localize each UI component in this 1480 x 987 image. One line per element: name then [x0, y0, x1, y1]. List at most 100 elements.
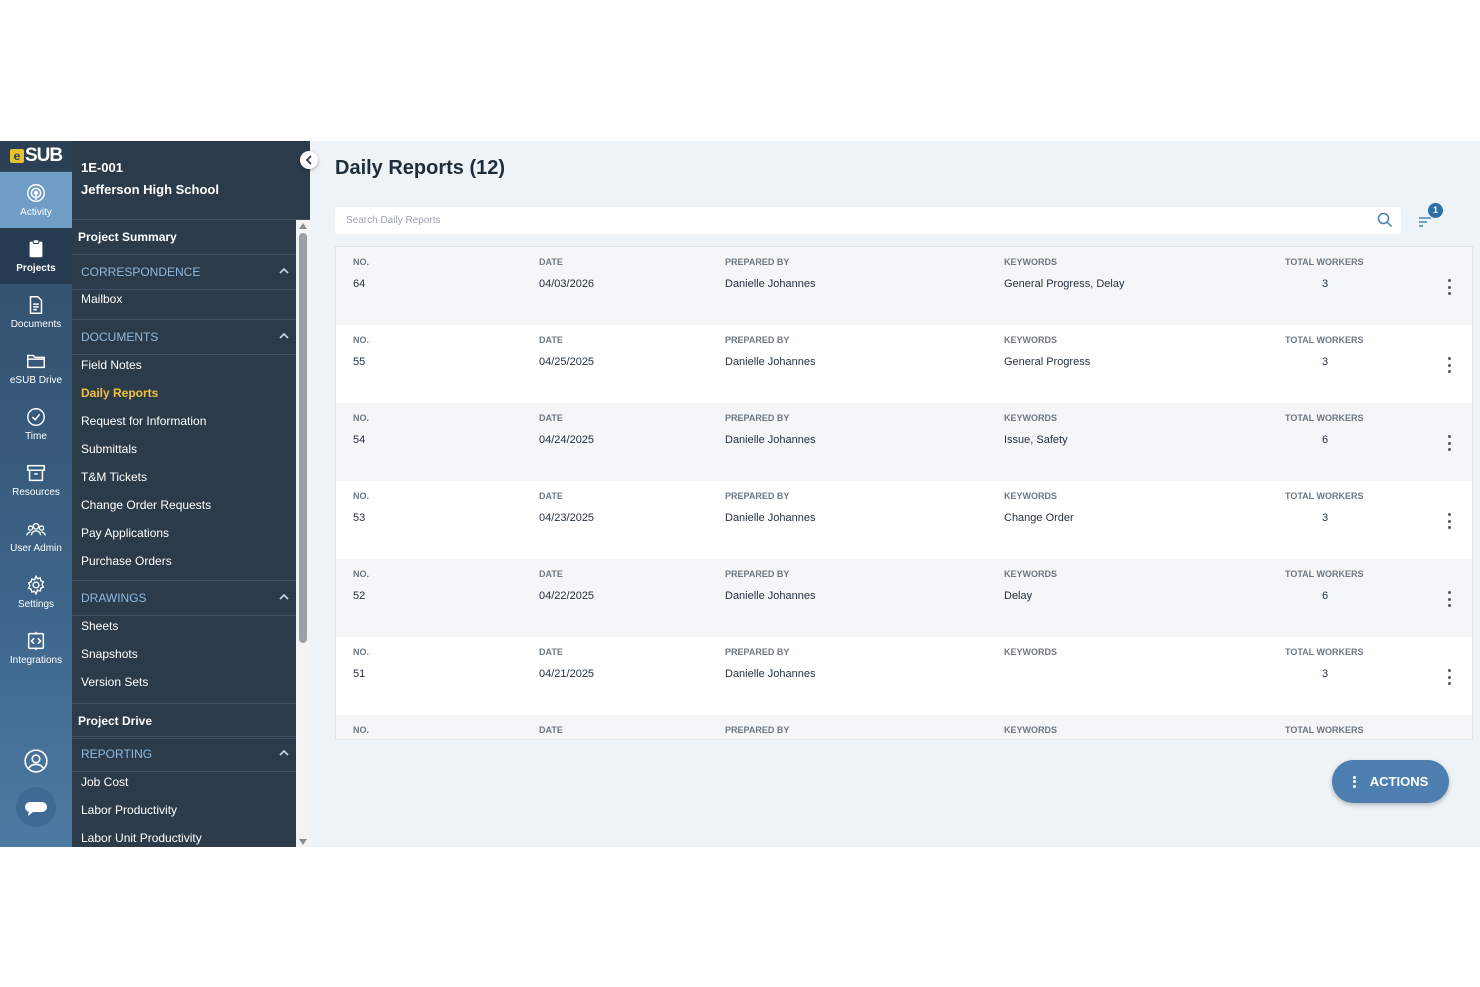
column-label-prepared-by: PREPARED BY: [725, 725, 790, 735]
section-drawings[interactable]: DRAWINGS: [72, 580, 296, 616]
rail-item-activity[interactable]: Activity: [0, 172, 72, 228]
column-label-no: NO.: [353, 725, 370, 735]
nav-item-version-sets[interactable]: Version Sets: [81, 675, 148, 689]
section-documents[interactable]: DOCUMENTS: [72, 319, 296, 355]
nav-item-job-cost[interactable]: Job Cost: [81, 775, 128, 789]
row-menu-icon[interactable]: [1444, 279, 1454, 295]
table-row[interactable]: NO. 53 DATE 04/23/2025 PREPARED BY Danielle J…: [336, 481, 1472, 559]
chat-button[interactable]: [0, 787, 72, 827]
more-vertical-icon: [1352, 775, 1356, 788]
row-menu-icon[interactable]: [1444, 591, 1454, 607]
rail-label: eSUB Drive: [9, 375, 63, 386]
rail-label: Settings: [17, 599, 55, 610]
rail-item-user-admin[interactable]: User Admin: [0, 508, 72, 564]
cell-total-workers: 6: [1322, 434, 1329, 446]
row-menu-icon[interactable]: [1444, 513, 1454, 529]
chevron-up-icon: [279, 593, 289, 600]
rail-item-esub-drive[interactable]: eSUB Drive: [0, 340, 72, 396]
column-label-date: DATE: [539, 335, 563, 345]
rail-item-resources[interactable]: Resources: [0, 452, 72, 508]
page-title: Daily Reports (12): [335, 157, 506, 179]
nav-item-labor-unit-productivity[interactable]: Labor Unit Productivity: [81, 831, 202, 845]
rail-item-time[interactable]: Time: [0, 396, 72, 452]
users-icon: [26, 522, 46, 536]
project-name: Jefferson High School: [81, 182, 219, 197]
row-menu-icon[interactable]: [1444, 669, 1454, 685]
table-row[interactable]: NO. 52 DATE 04/22/2025 PREPARED BY Danielle J…: [336, 559, 1472, 637]
cell-date: 04/22/2025: [539, 590, 595, 602]
section-title: REPORTING: [81, 747, 153, 761]
table-row[interactable]: NO. 64 DATE 04/03/2026 PREPARED BY Danielle J…: [336, 247, 1472, 325]
nav-item-snapshots[interactable]: Snapshots: [81, 647, 138, 661]
cell-prepared-by: Danielle Johannes: [725, 434, 816, 446]
profile-button[interactable]: [0, 748, 72, 774]
nav-project-drive[interactable]: Project Drive: [72, 703, 296, 739]
nav-label: Project Drive: [78, 714, 153, 728]
cell-date: 04/25/2025: [539, 356, 595, 368]
folder-icon: [27, 354, 45, 369]
column-label-total-workers: TOTAL WORKERS: [1285, 569, 1364, 579]
search-input[interactable]: Search Daily Reports: [335, 207, 1401, 234]
table-row[interactable]: NO. 54 DATE 04/24/2025 PREPARED BY Danielle J…: [336, 403, 1472, 481]
esub-logo[interactable]: e SUB: [0, 141, 72, 171]
section-reporting[interactable]: REPORTING: [72, 736, 296, 772]
nav-item-submittals[interactable]: Submittals: [81, 442, 137, 456]
clock-icon: [27, 408, 45, 426]
column-label-prepared-by: PREPARED BY: [725, 491, 790, 501]
cell-total-workers: 6: [1322, 590, 1329, 602]
main-content: Daily Reports (12) Search Daily Reports …: [310, 141, 1480, 847]
nav-label: Project Summary: [78, 230, 177, 244]
row-menu-icon[interactable]: [1444, 435, 1454, 451]
rail-label: Activity: [20, 207, 52, 218]
box-icon: [27, 464, 45, 482]
table-row[interactable]: NO. 55 DATE 04/25/2025 PREPARED BY Danielle J…: [336, 325, 1472, 403]
rail-label: Documents: [10, 319, 62, 330]
column-label-prepared-by: PREPARED BY: [725, 257, 790, 267]
chat-icon: [16, 787, 56, 827]
column-label-keywords: KEYWORDS: [1004, 413, 1058, 423]
table-row[interactable]: NO. 51 DATE 04/21/2025 PREPARED BY Danielle J…: [336, 637, 1472, 715]
logo-mark: e: [9, 149, 24, 163]
cell-date: 04/21/2025: [539, 668, 595, 680]
nav-item-sheets[interactable]: Sheets: [81, 619, 118, 633]
cell-keywords: General Progress, Delay: [1004, 278, 1125, 290]
table-row[interactable]: NO. DATE PREPARED BY KEYWORDS TOTAL WORKERS: [336, 715, 1472, 739]
search-icon[interactable]: [1377, 212, 1393, 228]
cell-keywords: Change Order: [1004, 512, 1074, 524]
section-correspondence[interactable]: CORRESPONDENCE: [72, 254, 296, 290]
cell-total-workers: 3: [1322, 356, 1329, 368]
column-label-prepared-by: PREPARED BY: [725, 569, 790, 579]
user-profile-icon: [24, 749, 48, 773]
nav-item-rfi[interactable]: Request for Information: [81, 414, 206, 428]
nav-item-daily-reports[interactable]: Daily Reports: [81, 386, 158, 400]
chevron-up-icon: [279, 749, 289, 756]
cell-no: 64: [353, 278, 366, 290]
nav-item-mailbox[interactable]: Mailbox: [81, 292, 122, 306]
nav-item-tm-tickets[interactable]: T&M Tickets: [81, 470, 147, 484]
rail-item-projects[interactable]: Projects: [0, 228, 72, 284]
row-menu-icon[interactable]: [1444, 357, 1454, 373]
column-label-total-workers: TOTAL WORKERS: [1285, 413, 1364, 423]
nav-item-change-order-requests[interactable]: Change Order Requests: [81, 498, 211, 512]
nav-item-labor-productivity[interactable]: Labor Productivity: [81, 803, 177, 817]
column-label-keywords: KEYWORDS: [1004, 335, 1058, 345]
rail-item-documents[interactable]: Documents: [0, 284, 72, 340]
scroll-thumb[interactable]: [299, 233, 307, 643]
cell-total-workers: 3: [1322, 668, 1329, 680]
nav-scrollbar[interactable]: [296, 220, 310, 847]
app-rail: e SUB Activity Projects Documents eSUB D…: [0, 141, 72, 847]
nav-item-field-notes[interactable]: Field Notes: [81, 358, 142, 372]
scroll-up-arrow-icon[interactable]: [299, 223, 307, 229]
actions-button[interactable]: ACTIONS: [1332, 760, 1449, 803]
search-placeholder: Search Daily Reports: [346, 215, 441, 226]
filter-count-badge: 1: [1428, 203, 1443, 218]
scroll-down-arrow-icon[interactable]: [299, 839, 307, 845]
nav-item-purchase-orders[interactable]: Purchase Orders: [81, 554, 172, 568]
column-label-total-workers: TOTAL WORKERS: [1285, 647, 1364, 657]
rail-item-integrations[interactable]: Integrations: [0, 620, 72, 676]
collapse-panel-button[interactable]: [300, 151, 318, 169]
nav-project-summary[interactable]: Project Summary: [72, 220, 296, 255]
nav-item-pay-applications[interactable]: Pay Applications: [81, 526, 169, 540]
column-label-date: DATE: [539, 647, 563, 657]
rail-item-settings[interactable]: Settings: [0, 564, 72, 620]
